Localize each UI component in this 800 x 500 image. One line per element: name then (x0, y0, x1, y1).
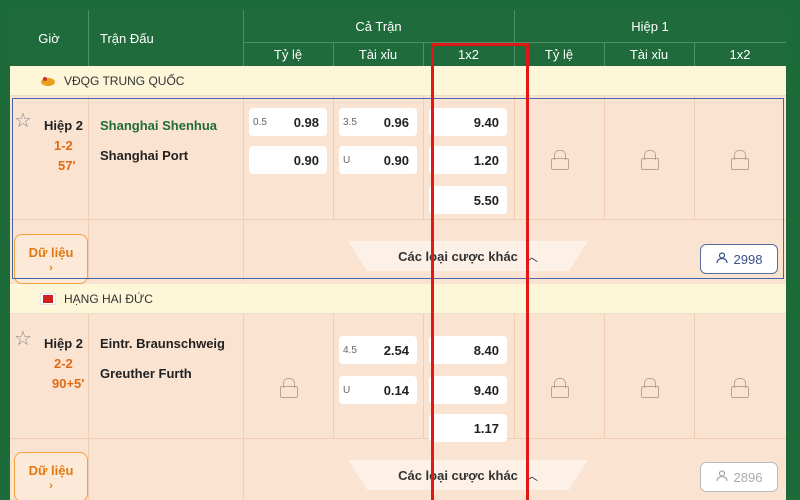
league-logo-icon (40, 75, 56, 87)
col-time: Giờ (38, 30, 60, 46)
under-odd[interactable]: U 0.14 (339, 376, 417, 404)
over-under-line: 4.5 (343, 344, 357, 356)
match-row: ☆ Hiệp 2 2-2 90+5' Eintr. Braunschweig G… (10, 314, 786, 500)
match-minute: 57' (58, 158, 76, 173)
col-half-handicap: Tỷ lệ (544, 46, 574, 62)
chevron-up-icon: ︿ (525, 249, 538, 264)
match-row: ☆ Hiệp 2 1-2 57' Shanghai Shenhua Shangh… (10, 96, 786, 284)
chevron-right-icon: › (49, 479, 53, 492)
over-odd[interactable]: 4.5 2.54 (339, 336, 417, 364)
col-full-match: Cả Trận (355, 18, 402, 34)
x12-draw-odd[interactable]: 1.20 (429, 146, 507, 174)
other-bets-button[interactable]: Các loại cược khác ︿ (348, 460, 588, 490)
match-period: Hiệp 2 (44, 118, 84, 133)
chevron-right-icon: › (49, 261, 53, 274)
handicap-home-odd[interactable]: 0.5 0.98 (249, 108, 327, 136)
away-team[interactable]: Shanghai Port (100, 148, 188, 163)
col-half-over-under: Tài xỉu (629, 46, 669, 62)
over-odd[interactable]: 3.5 0.96 (339, 108, 417, 136)
x12-home-odd[interactable]: 8.40 (429, 336, 507, 364)
under-odd[interactable]: U 0.90 (339, 146, 417, 174)
league-name: VĐQG TRUNG QUỐC (64, 73, 185, 88)
favorite-star-icon[interactable]: ☆ (14, 108, 32, 133)
league-logo-icon (39, 292, 57, 305)
viewers-badge[interactable]: 2896 (700, 462, 778, 492)
match-period: Hiệp 2 (44, 336, 84, 351)
col-full-over-under: Tài xỉu (358, 46, 398, 62)
lock-icon (641, 378, 659, 398)
user-icon (715, 469, 730, 485)
col-full-handicap: Tỷ lệ (273, 46, 303, 62)
x12-draw-odd[interactable]: 9.40 (429, 376, 507, 404)
data-button[interactable]: Dữ liệu › (14, 452, 88, 500)
home-team[interactable]: Shanghai Shenhua (100, 118, 217, 133)
match-score: 1-2 (54, 138, 73, 153)
lock-icon (551, 378, 569, 398)
league-header[interactable]: VĐQG TRUNG QUỐC (10, 66, 786, 96)
lock-icon (280, 378, 298, 398)
x12-away-odd[interactable]: 1.17 (429, 414, 507, 442)
col-half-1x2: 1x2 (729, 46, 751, 62)
x12-home-odd[interactable]: 9.40 (429, 108, 507, 136)
lock-icon (551, 150, 569, 170)
chevron-up-icon: ︿ (525, 468, 538, 483)
other-bets-button[interactable]: Các loại cược khác ︿ (348, 241, 588, 271)
col-first-half: Hiệp 1 (631, 18, 669, 34)
data-button[interactable]: Dữ liệu › (14, 234, 88, 284)
handicap-away-odd[interactable]: 0.90 (249, 146, 327, 174)
col-match: Trận Đấu (100, 30, 154, 46)
viewers-badge[interactable]: 2998 (700, 244, 778, 274)
home-team[interactable]: Eintr. Braunschweig (100, 336, 225, 351)
x12-away-odd[interactable]: 5.50 (429, 186, 507, 214)
match-score: 2-2 (54, 356, 73, 371)
match-minute: 90+5' (52, 376, 85, 391)
table-header: Giờ Trận Đấu Cả Trận Hiệp 1 Tỷ lệ Tài xỉ… (10, 10, 786, 66)
user-icon (715, 251, 730, 267)
odds-table: Giờ Trận Đấu Cả Trận Hiệp 1 Tỷ lệ Tài xỉ… (10, 10, 786, 500)
lock-icon (731, 150, 749, 170)
under-label: U (343, 384, 351, 396)
lock-icon (731, 378, 749, 398)
over-under-line: 3.5 (343, 116, 357, 128)
under-label: U (343, 154, 351, 166)
league-header[interactable]: HẠNG HAI ĐỨC (10, 284, 786, 314)
favorite-star-icon[interactable]: ☆ (14, 326, 32, 351)
col-full-1x2: 1x2 (458, 46, 479, 62)
away-team[interactable]: Greuther Furth (100, 366, 192, 381)
league-name: HẠNG HAI ĐỨC (64, 291, 153, 306)
lock-icon (641, 150, 659, 170)
handicap-line: 0.5 (253, 116, 267, 128)
